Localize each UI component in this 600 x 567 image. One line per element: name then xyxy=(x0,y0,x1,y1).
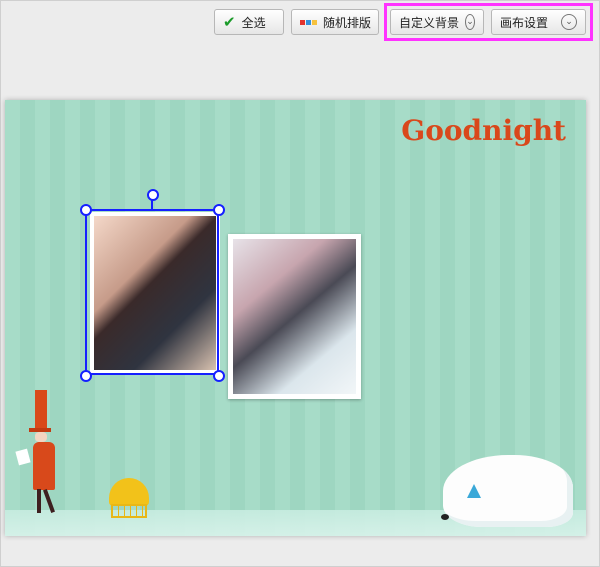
resize-handle-bl[interactable] xyxy=(80,370,92,382)
check-icon: ✔ xyxy=(223,12,236,31)
collage-canvas[interactable]: Goodnight xyxy=(5,100,586,536)
random-layout-label: 随机排版 xyxy=(323,15,372,30)
layout-icon xyxy=(300,19,317,25)
photo-2[interactable] xyxy=(228,234,361,399)
selection-box[interactable] xyxy=(85,209,219,375)
photo-image xyxy=(233,239,356,394)
basket-illustration xyxy=(111,504,147,518)
resize-handle-tl[interactable] xyxy=(80,204,92,216)
character-illustration xyxy=(15,390,97,520)
select-all-button[interactable]: ✔ 全选 xyxy=(214,9,284,35)
polar-bear-illustration xyxy=(443,455,573,527)
party-hat-illustration xyxy=(467,484,481,498)
bear-nose xyxy=(441,514,449,520)
highlight-box xyxy=(384,3,593,41)
random-layout-button[interactable]: 随机排版 xyxy=(291,9,379,35)
yellow-ball-illustration xyxy=(109,478,149,506)
resize-handle-br[interactable] xyxy=(213,370,225,382)
goodnight-text: Goodnight xyxy=(401,114,566,147)
rotate-handle[interactable] xyxy=(147,189,159,201)
resize-handle-tr[interactable] xyxy=(213,204,225,216)
select-all-label: 全选 xyxy=(241,15,266,30)
